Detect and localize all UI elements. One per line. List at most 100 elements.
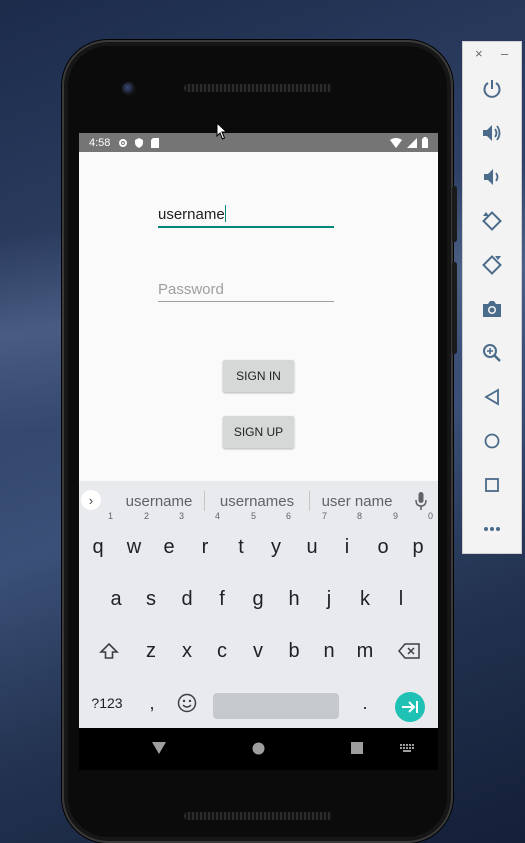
key-l[interactable]: l (383, 577, 419, 621)
backspace-key[interactable] (391, 629, 427, 673)
power-tool[interactable] (480, 77, 504, 101)
sign-up-label: SIGN UP (233, 425, 284, 439)
power-button[interactable] (452, 186, 457, 242)
volume-down-icon (484, 169, 499, 185)
username-field[interactable]: username (158, 205, 334, 228)
key-row-3: z x c v b n m (79, 625, 438, 677)
rotate-right-tool[interactable] (480, 253, 504, 277)
comma-key[interactable]: , (137, 681, 167, 725)
volume-down-tool[interactable] (480, 165, 504, 189)
key-k[interactable]: k (347, 577, 383, 621)
close-icon[interactable]: × (475, 46, 483, 61)
shift-key[interactable] (91, 629, 127, 673)
status-bar: 4:58 (79, 133, 438, 152)
zoom-tool[interactable] (480, 341, 504, 365)
back-icon (484, 388, 499, 406)
key-p[interactable]: p0 (400, 511, 436, 569)
emoji-key[interactable] (171, 681, 203, 725)
sign-in-label: SIGN IN (236, 369, 281, 383)
key-q[interactable]: q1 (80, 511, 116, 569)
key-d[interactable]: d (169, 577, 205, 621)
next-arrow-icon (402, 701, 418, 713)
key-r[interactable]: r4 (187, 511, 223, 569)
rotate-left-tool[interactable] (480, 209, 504, 233)
top-speaker (184, 84, 332, 92)
key-e[interactable]: e3 (151, 511, 187, 569)
space-key[interactable] (213, 693, 339, 719)
suggestion-strip: › username usernames user name (79, 481, 438, 521)
more-icon (484, 527, 500, 531)
battery-icon (422, 137, 428, 148)
key-y[interactable]: y6 (258, 511, 294, 569)
volume-up-tool[interactable] (480, 121, 504, 145)
home-nav-icon[interactable] (252, 742, 265, 755)
more-tool[interactable] (480, 517, 504, 541)
key-a[interactable]: a (98, 577, 134, 621)
phone-screen: 4:58 username Password SIGN IN SIGN UP ›… (79, 133, 438, 728)
minimize-icon[interactable]: – (501, 46, 508, 61)
volume-rocker[interactable] (452, 262, 457, 354)
zoom-icon (483, 344, 501, 362)
key-o[interactable]: o9 (365, 511, 401, 569)
shift-icon (99, 642, 119, 659)
key-n[interactable]: n (311, 629, 347, 673)
key-j[interactable]: j (311, 577, 347, 621)
backspace-icon (398, 643, 420, 659)
text-caret (224, 205, 226, 222)
key-s[interactable]: s (133, 577, 169, 621)
key-c[interactable]: c (204, 629, 240, 673)
sign-in-button[interactable]: SIGN IN (223, 360, 294, 392)
key-row-2: a s d f g h j k l (79, 573, 438, 625)
period-key[interactable]: . (351, 681, 379, 725)
key-t[interactable]: t5 (223, 511, 259, 569)
screenshot-tool[interactable] (480, 297, 504, 321)
password-field[interactable]: Password (158, 281, 334, 302)
emoji-icon (177, 693, 197, 713)
back-tool[interactable] (480, 385, 504, 409)
microphone-icon[interactable] (415, 492, 427, 510)
keyboard-switch-icon[interactable] (400, 744, 414, 752)
key-w[interactable]: w2 (116, 511, 152, 569)
volume-up-icon (483, 125, 501, 141)
suggestion-3[interactable]: user name (315, 493, 399, 510)
home-icon (484, 433, 500, 449)
back-nav-icon[interactable] (152, 742, 166, 754)
divider (204, 491, 205, 511)
rotate-left-icon (482, 211, 502, 231)
settings-icon (119, 138, 128, 147)
key-m[interactable]: m (347, 629, 383, 673)
camera-icon (483, 301, 501, 317)
navigation-bar (79, 728, 438, 770)
home-tool[interactable] (480, 429, 504, 453)
overview-icon (485, 478, 499, 492)
overview-nav-icon[interactable] (351, 742, 363, 754)
key-u[interactable]: u7 (294, 511, 330, 569)
symbols-key[interactable]: ?123 (85, 681, 129, 725)
key-v[interactable]: v (240, 629, 276, 673)
key-f[interactable]: f (204, 577, 240, 621)
divider (309, 491, 310, 511)
bottom-speaker (184, 812, 332, 820)
sign-up-button[interactable]: SIGN UP (223, 416, 294, 448)
suggestion-1[interactable]: username (117, 493, 201, 510)
password-placeholder: Password (158, 281, 224, 298)
overview-tool[interactable] (480, 473, 504, 497)
status-time: 4:58 (89, 136, 111, 149)
shield-icon (135, 137, 144, 148)
signal-icon (407, 137, 417, 148)
enter-key[interactable] (395, 692, 425, 722)
wifi-icon (390, 137, 402, 148)
key-b[interactable]: b (276, 629, 312, 673)
power-icon (483, 80, 501, 98)
key-x[interactable]: x (169, 629, 205, 673)
soft-keyboard: › username usernames user name q1 w2 e3 … (79, 481, 438, 728)
key-row-1: q1 w2 e3 r4 t5 y6 u7 i8 o9 p0 (79, 511, 438, 573)
key-h[interactable]: h (276, 577, 312, 621)
suggestion-2[interactable]: usernames (211, 493, 303, 510)
username-text: username (158, 206, 225, 223)
front-camera (122, 82, 136, 96)
key-z[interactable]: z (133, 629, 169, 673)
chevron-right-icon[interactable]: › (81, 490, 101, 510)
key-g[interactable]: g (240, 577, 276, 621)
key-i[interactable]: i8 (329, 511, 365, 569)
